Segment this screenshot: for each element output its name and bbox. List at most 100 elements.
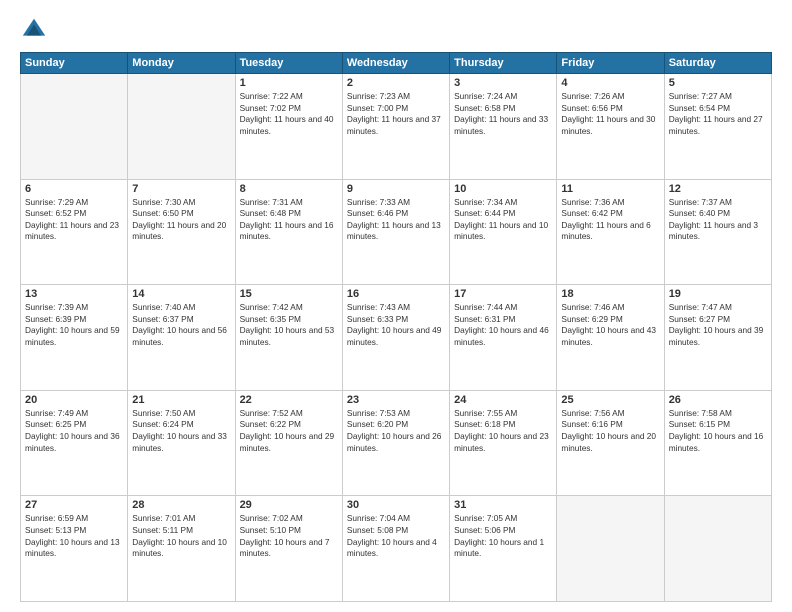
- day-cell: 24 Sunrise: 7:55 AMSunset: 6:18 PMDayligh…: [450, 390, 557, 496]
- day-cell: 4 Sunrise: 7:26 AMSunset: 6:56 PMDaylight…: [557, 74, 664, 180]
- week-row-1: 1 Sunrise: 7:22 AMSunset: 7:02 PMDaylight…: [21, 74, 772, 180]
- weekday-header-friday: Friday: [557, 53, 664, 74]
- day-cell: 21 Sunrise: 7:50 AMSunset: 6:24 PMDayligh…: [128, 390, 235, 496]
- day-number: 22: [240, 394, 338, 406]
- day-number: 7: [132, 183, 230, 195]
- day-number: 12: [669, 183, 767, 195]
- day-cell: 10Sunrise: 7:34 AMSunset: 6:44 PMDayligh…: [450, 179, 557, 285]
- day-detail: Sunrise: 7:01 AMSunset: 5:11 PMDaylight:…: [132, 513, 230, 559]
- day-detail: Sunrise: 7:29 AMSunset: 6:52 PMDaylight:…: [25, 197, 123, 243]
- day-cell: 19 Sunrise: 7:47 AMSunset: 6:27 PMDayligh…: [664, 285, 771, 391]
- day-cell: 25 Sunrise: 7:56 AMSunset: 6:16 PMDayligh…: [557, 390, 664, 496]
- day-detail: Sunrise: 7:02 AMSunset: 5:10 PMDaylight:…: [240, 513, 338, 559]
- day-detail: Sunrise: 7:30 AMSunset: 6:50 PMDaylight:…: [132, 197, 230, 243]
- day-number: 25: [561, 394, 659, 406]
- day-detail: Sunrise: 7:50 AMSunset: 6:24 PMDaylight:…: [132, 408, 230, 454]
- day-detail: Sunrise: 7:53 AMSunset: 6:20 PMDaylight:…: [347, 408, 445, 454]
- day-cell: 2 Sunrise: 7:23 AMSunset: 7:00 PMDaylight…: [342, 74, 449, 180]
- day-detail: Sunrise: 7:40 AMSunset: 6:37 PMDaylight:…: [132, 302, 230, 348]
- day-detail: Sunrise: 7:39 AMSunset: 6:39 PMDaylight:…: [25, 302, 123, 348]
- day-number: 8: [240, 183, 338, 195]
- day-detail: Sunrise: 7:22 AMSunset: 7:02 PMDaylight:…: [240, 91, 338, 137]
- day-number: 9: [347, 183, 445, 195]
- weekday-header-wednesday: Wednesday: [342, 53, 449, 74]
- day-detail: Sunrise: 7:37 AMSunset: 6:40 PMDaylight:…: [669, 197, 767, 243]
- day-number: 14: [132, 288, 230, 300]
- day-detail: Sunrise: 7:05 AMSunset: 5:06 PMDaylight:…: [454, 513, 552, 559]
- day-cell: 17 Sunrise: 7:44 AMSunset: 6:31 PMDayligh…: [450, 285, 557, 391]
- day-number: 18: [561, 288, 659, 300]
- day-detail: Sunrise: 7:23 AMSunset: 7:00 PMDaylight:…: [347, 91, 445, 137]
- day-cell: 8 Sunrise: 7:31 AMSunset: 6:48 PMDaylight…: [235, 179, 342, 285]
- day-number: 20: [25, 394, 123, 406]
- week-row-5: 27 Sunrise: 6:59 AMSunset: 5:13 PMDayligh…: [21, 496, 772, 602]
- weekday-header-row: SundayMondayTuesdayWednesdayThursdayFrid…: [21, 53, 772, 74]
- day-cell: 29 Sunrise: 7:02 AMSunset: 5:10 PMDayligh…: [235, 496, 342, 602]
- day-number: 16: [347, 288, 445, 300]
- day-number: 13: [25, 288, 123, 300]
- day-cell: 18 Sunrise: 7:46 AMSunset: 6:29 PMDayligh…: [557, 285, 664, 391]
- day-detail: Sunrise: 7:43 AMSunset: 6:33 PMDaylight:…: [347, 302, 445, 348]
- day-number: 29: [240, 499, 338, 511]
- day-cell: 1 Sunrise: 7:22 AMSunset: 7:02 PMDaylight…: [235, 74, 342, 180]
- day-number: 19: [669, 288, 767, 300]
- calendar: SundayMondayTuesdayWednesdayThursdayFrid…: [20, 52, 772, 602]
- day-cell: 7 Sunrise: 7:30 AMSunset: 6:50 PMDaylight…: [128, 179, 235, 285]
- day-detail: Sunrise: 7:44 AMSunset: 6:31 PMDaylight:…: [454, 302, 552, 348]
- day-number: 21: [132, 394, 230, 406]
- day-cell: 26Sunrise: 7:58 AMSunset: 6:15 PMDayligh…: [664, 390, 771, 496]
- day-cell: 23 Sunrise: 7:53 AMSunset: 6:20 PMDayligh…: [342, 390, 449, 496]
- day-detail: Sunrise: 7:56 AMSunset: 6:16 PMDaylight:…: [561, 408, 659, 454]
- day-cell: [128, 74, 235, 180]
- day-cell: 28 Sunrise: 7:01 AMSunset: 5:11 PMDayligh…: [128, 496, 235, 602]
- day-detail: Sunrise: 7:31 AMSunset: 6:48 PMDaylight:…: [240, 197, 338, 243]
- day-number: 6: [25, 183, 123, 195]
- day-number: 15: [240, 288, 338, 300]
- day-number: 31: [454, 499, 552, 511]
- week-row-4: 20 Sunrise: 7:49 AMSunset: 6:25 PMDayligh…: [21, 390, 772, 496]
- day-cell: 22 Sunrise: 7:52 AMSunset: 6:22 PMDayligh…: [235, 390, 342, 496]
- day-cell: 6 Sunrise: 7:29 AMSunset: 6:52 PMDaylight…: [21, 179, 128, 285]
- day-detail: Sunrise: 7:36 AMSunset: 6:42 PMDaylight:…: [561, 197, 659, 243]
- day-cell: [557, 496, 664, 602]
- page: SundayMondayTuesdayWednesdayThursdayFrid…: [0, 0, 792, 612]
- day-number: 27: [25, 499, 123, 511]
- day-cell: 14 Sunrise: 7:40 AMSunset: 6:37 PMDayligh…: [128, 285, 235, 391]
- weekday-header-tuesday: Tuesday: [235, 53, 342, 74]
- logo-icon: [20, 16, 48, 44]
- weekday-header-thursday: Thursday: [450, 53, 557, 74]
- day-number: 28: [132, 499, 230, 511]
- day-detail: Sunrise: 7:33 AMSunset: 6:46 PMDaylight:…: [347, 197, 445, 243]
- logo: [20, 16, 52, 44]
- day-cell: 31 Sunrise: 7:05 AMSunset: 5:06 PMDayligh…: [450, 496, 557, 602]
- week-row-2: 6 Sunrise: 7:29 AMSunset: 6:52 PMDaylight…: [21, 179, 772, 285]
- weekday-header-saturday: Saturday: [664, 53, 771, 74]
- day-detail: Sunrise: 7:47 AMSunset: 6:27 PMDaylight:…: [669, 302, 767, 348]
- day-detail: Sunrise: 7:52 AMSunset: 6:22 PMDaylight:…: [240, 408, 338, 454]
- day-cell: [21, 74, 128, 180]
- day-cell: 5Sunrise: 7:27 AMSunset: 6:54 PMDaylight…: [664, 74, 771, 180]
- day-number: 11: [561, 183, 659, 195]
- day-cell: 27 Sunrise: 6:59 AMSunset: 5:13 PMDayligh…: [21, 496, 128, 602]
- day-number: 17: [454, 288, 552, 300]
- weekday-header-monday: Monday: [128, 53, 235, 74]
- day-cell: 16 Sunrise: 7:43 AMSunset: 6:33 PMDayligh…: [342, 285, 449, 391]
- day-number: 4: [561, 77, 659, 89]
- day-number: 3: [454, 77, 552, 89]
- day-detail: Sunrise: 7:49 AMSunset: 6:25 PMDaylight:…: [25, 408, 123, 454]
- day-number: 1: [240, 77, 338, 89]
- day-detail: Sunrise: 7:34 AMSunset: 6:44 PMDaylight:…: [454, 197, 552, 243]
- day-number: 24: [454, 394, 552, 406]
- day-detail: Sunrise: 7:46 AMSunset: 6:29 PMDaylight:…: [561, 302, 659, 348]
- day-detail: Sunrise: 6:59 AMSunset: 5:13 PMDaylight:…: [25, 513, 123, 559]
- day-detail: Sunrise: 7:04 AMSunset: 5:08 PMDaylight:…: [347, 513, 445, 559]
- day-detail: Sunrise: 7:55 AMSunset: 6:18 PMDaylight:…: [454, 408, 552, 454]
- day-cell: 13 Sunrise: 7:39 AMSunset: 6:39 PMDayligh…: [21, 285, 128, 391]
- day-cell: [664, 496, 771, 602]
- day-number: 2: [347, 77, 445, 89]
- day-detail: Sunrise: 7:27 AMSunset: 6:54 PMDaylight:…: [669, 91, 767, 137]
- day-number: 23: [347, 394, 445, 406]
- day-detail: Sunrise: 7:26 AMSunset: 6:56 PMDaylight:…: [561, 91, 659, 137]
- day-cell: 11 Sunrise: 7:36 AMSunset: 6:42 PMDayligh…: [557, 179, 664, 285]
- day-detail: Sunrise: 7:24 AMSunset: 6:58 PMDaylight:…: [454, 91, 552, 137]
